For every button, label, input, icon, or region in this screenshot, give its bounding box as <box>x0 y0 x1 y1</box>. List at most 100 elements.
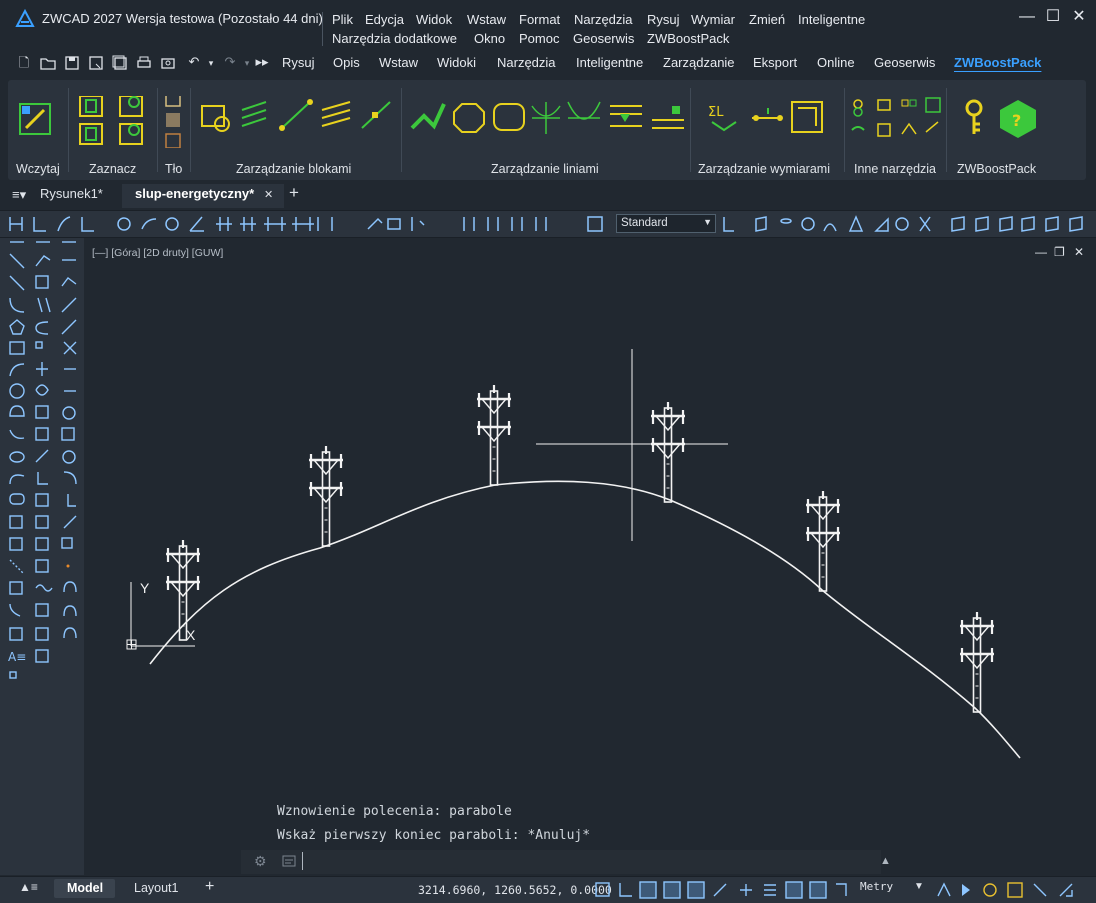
menu-item-8[interactable]: Zmień <box>749 12 785 27</box>
menu-item-4[interactable]: Format <box>519 12 560 27</box>
select-filter-icon[interactable] <box>119 96 143 117</box>
workspace-gear-icon[interactable] <box>983 883 997 897</box>
region-tool-icon[interactable] <box>35 515 49 529</box>
break-point-icon[interactable] <box>37 472 48 485</box>
dimension-area-icon[interactable] <box>791 101 823 133</box>
cylinder-icon[interactable] <box>780 218 792 224</box>
dim-jog-line-icon[interactable] <box>411 217 425 231</box>
isolate-objects-icon[interactable] <box>1033 883 1047 897</box>
rotate-tool-icon[interactable] <box>35 384 49 396</box>
offset-tool-icon[interactable] <box>35 321 49 335</box>
line-fan-icon[interactable] <box>531 102 561 134</box>
erase-tool-icon[interactable] <box>35 255 51 267</box>
tab-0[interactable]: Rysuj <box>282 55 315 70</box>
power-pole-4[interactable] <box>806 491 840 592</box>
array-tool-icon[interactable] <box>35 341 43 349</box>
cursor-mode-icon[interactable] <box>962 884 970 896</box>
menu-item-row2-0[interactable]: Narzędzia dodatkowe <box>332 31 457 46</box>
snap-toggle-icon[interactable] <box>619 883 632 897</box>
tab-4[interactable]: Narzędzia <box>497 55 556 70</box>
line-offset-icon[interactable] <box>610 105 642 127</box>
small-block-icon[interactable] <box>9 671 17 679</box>
dim-edit-icon[interactable] <box>463 217 475 231</box>
ortho-toggle-icon[interactable] <box>639 881 657 899</box>
ellipse-tool-icon[interactable] <box>9 451 25 463</box>
dim-text-edit-icon[interactable] <box>487 217 499 231</box>
add-layout-button[interactable]: + <box>205 878 214 896</box>
help-box-icon[interactable]: ? <box>1000 100 1036 138</box>
dim-update-icon[interactable] <box>511 217 523 231</box>
menu-item-7[interactable]: Wymiar <box>691 12 735 27</box>
tab-8[interactable]: Online <box>817 55 855 70</box>
transparency-toggle-icon[interactable] <box>785 881 803 899</box>
tab-9[interactable]: Geoserwis <box>874 55 935 70</box>
otrack-toggle-icon[interactable] <box>713 883 727 897</box>
table-tool-icon[interactable] <box>9 627 23 641</box>
break-tool-icon[interactable] <box>61 277 77 287</box>
join-tool-icon[interactable] <box>61 319 77 335</box>
annotation-scale-icon[interactable] <box>836 883 847 896</box>
move-tool-icon[interactable] <box>36 362 48 376</box>
points-divide-icon[interactable] <box>9 559 25 575</box>
box-icon[interactable] <box>755 216 767 232</box>
extrude-icon[interactable] <box>951 216 965 232</box>
print-icon[interactable] <box>136 54 152 72</box>
blend-tool-icon[interactable] <box>63 471 77 485</box>
dim-break-icon[interactable] <box>292 217 314 231</box>
line-parabola-icon[interactable] <box>567 101 601 120</box>
layout-menu-icon[interactable]: ▲≡ <box>19 880 38 894</box>
select-similar-icon[interactable] <box>79 123 103 145</box>
block-align-icon[interactable] <box>321 101 351 127</box>
maximize-window-button[interactable]: ☐ <box>1040 6 1066 28</box>
pedit-tool-icon[interactable] <box>67 494 76 507</box>
fullscreen-icon[interactable] <box>1059 883 1073 897</box>
circle-tool-icon[interactable] <box>9 383 25 399</box>
make-block-icon[interactable] <box>9 537 23 551</box>
lock-ui-icon[interactable] <box>1007 882 1023 898</box>
menu-item-0[interactable]: Plik <box>332 12 353 27</box>
menu-item-row2-2[interactable]: Pomoc <box>519 31 559 46</box>
line-extend-icon[interactable] <box>652 106 684 129</box>
doc-tab-slup-energetyczny[interactable]: slup-energetyczny* <box>135 186 254 201</box>
gradient-tool-icon[interactable] <box>9 581 23 595</box>
fillet-tool-icon[interactable] <box>62 450 76 464</box>
rectangle-tool-icon[interactable] <box>9 341 25 355</box>
loft-icon[interactable] <box>1021 216 1035 232</box>
power-pole-5[interactable] <box>960 612 994 713</box>
revolve-icon[interactable] <box>975 216 989 232</box>
menu-item-2[interactable]: Widok <box>416 12 452 27</box>
background-icon[interactable] <box>165 96 181 148</box>
torus-icon[interactable] <box>895 217 909 231</box>
trim-tool-icon[interactable] <box>35 449 49 463</box>
dim-tolerance-icon[interactable] <box>317 217 333 231</box>
tab-10[interactable]: ZWBoostPack <box>954 55 1041 70</box>
menu-item-5[interactable]: Narzędzia <box>574 12 633 27</box>
dim-continue-icon[interactable] <box>240 217 256 231</box>
tab-1[interactable]: Opis <box>333 55 360 70</box>
gear-icon[interactable]: ⚙ <box>254 853 267 870</box>
block-editor-icon[interactable] <box>35 603 49 617</box>
menu-item-row2-1[interactable]: Okno <box>474 31 505 46</box>
tab-5[interactable]: Inteligentne <box>576 55 643 70</box>
sweep-icon[interactable] <box>999 216 1013 232</box>
osnap-toggle-icon[interactable] <box>687 881 705 899</box>
insert-block-icon[interactable] <box>9 515 23 529</box>
dim-linear-icon[interactable] <box>9 217 23 231</box>
presspull-icon[interactable] <box>1045 216 1059 232</box>
field-tool-icon[interactable] <box>35 627 49 641</box>
tab-7[interactable]: Eksport <box>753 55 797 70</box>
cone-icon[interactable] <box>823 223 837 232</box>
union-icon[interactable] <box>1069 216 1083 232</box>
helix-icon[interactable] <box>919 216 931 232</box>
explode-tool-icon[interactable] <box>63 341 77 355</box>
tab-6[interactable]: Zarządzanie <box>663 55 735 70</box>
annotation-visibility-icon[interactable] <box>937 882 951 897</box>
ellipse-axis-icon[interactable] <box>9 474 25 485</box>
spline-tool-icon[interactable] <box>9 363 25 377</box>
pyramid-icon[interactable] <box>848 215 864 232</box>
block-rotate-icon[interactable] <box>361 101 391 129</box>
menu-item-row2-4[interactable]: ZWBoostPack <box>647 31 729 46</box>
new-file-icon[interactable]: 🗋 <box>16 54 32 72</box>
menu-item-9[interactable]: Inteligentne <box>798 12 865 27</box>
xline-tool-icon[interactable] <box>9 275 25 291</box>
